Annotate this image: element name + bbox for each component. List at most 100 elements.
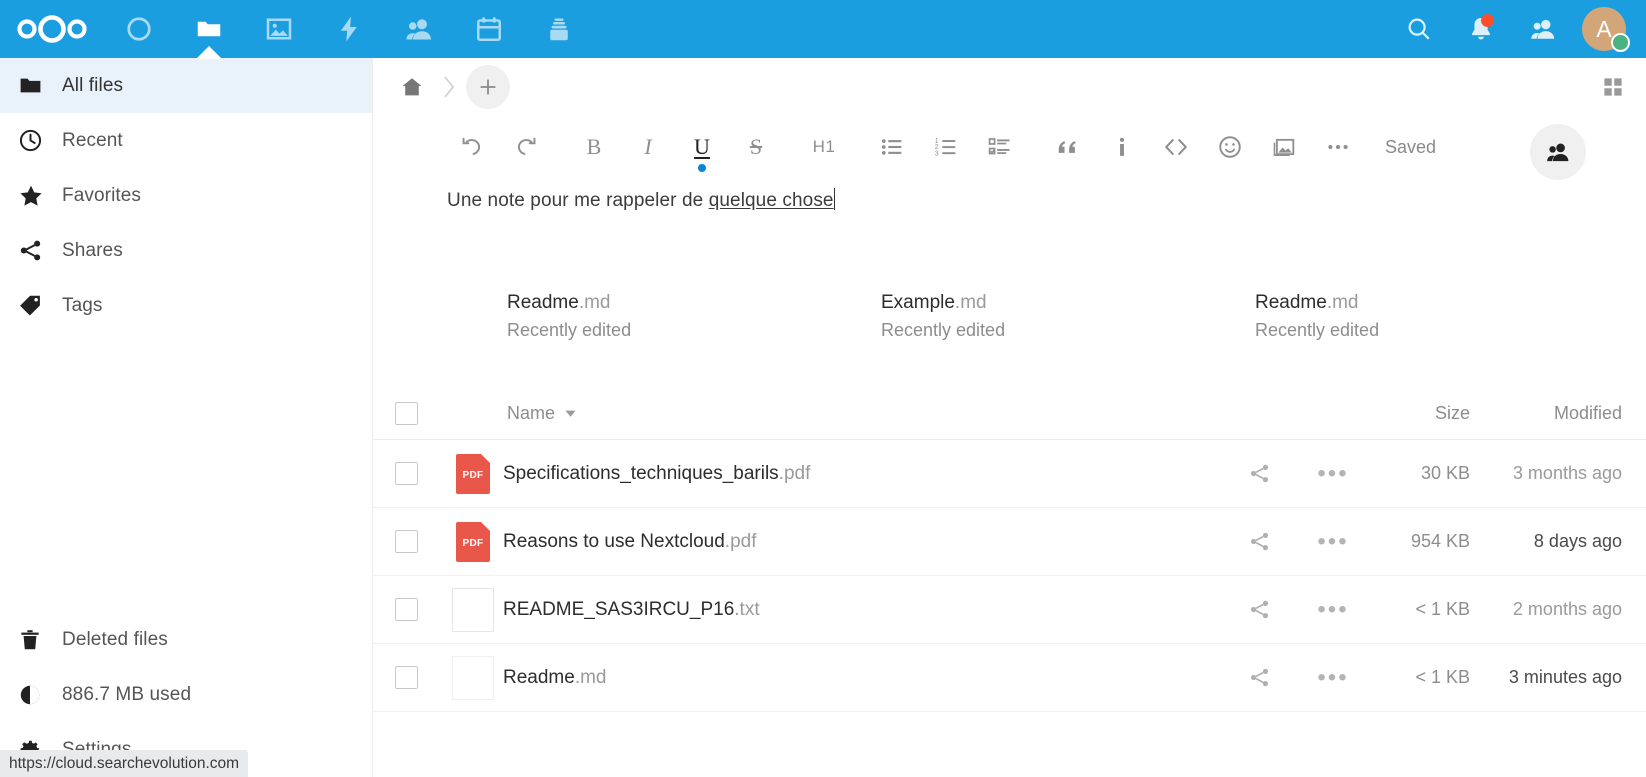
sidebar-item-favorites[interactable]: Favorites — [0, 168, 372, 223]
active-indicator-dot — [698, 164, 706, 172]
document-thumbnail — [1195, 292, 1241, 338]
editor-emoji-button[interactable] — [1203, 124, 1257, 170]
app-button-deck[interactable] — [524, 0, 594, 58]
column-header-size[interactable]: Size — [1370, 403, 1476, 424]
editor-info-button[interactable] — [1095, 124, 1149, 170]
sidebar-item-label: Recent — [62, 129, 123, 151]
editor-task-list-button[interactable] — [973, 124, 1027, 170]
file-name[interactable]: Readme.md — [499, 667, 1222, 689]
new-file-button[interactable] — [466, 65, 510, 109]
sidebar-item-deleted-files[interactable]: Deleted files — [0, 612, 372, 667]
file-size: < 1 KB — [1415, 599, 1470, 619]
file-name[interactable]: README_SAS3IRCU_P16.txt — [499, 599, 1222, 621]
editor-blockquote-button[interactable] — [1041, 124, 1095, 170]
row-actions-button[interactable]: ••• — [1296, 528, 1370, 556]
search-button[interactable] — [1388, 0, 1450, 58]
image-icon — [1273, 138, 1295, 156]
table-row[interactable]: PDF Reasons to use Nextcloud.pdf ••• 954… — [373, 508, 1646, 576]
recent-file-card[interactable]: Readme.md Recently edited — [447, 290, 821, 344]
app-button-contacts[interactable] — [384, 0, 454, 58]
sidebar-item-shares[interactable]: Shares — [0, 223, 372, 278]
sidebar-item-tags[interactable]: Tags — [0, 278, 372, 333]
star-icon — [18, 183, 62, 209]
column-header-modified[interactable]: Modified — [1476, 403, 1646, 424]
table-row[interactable]: Readme.md ••• < 1 KB 3 minutes ago — [373, 644, 1646, 712]
row-checkbox[interactable] — [395, 530, 418, 553]
share-button[interactable] — [1222, 666, 1296, 689]
sidebar-item-label: 886.7 MB used — [62, 683, 192, 705]
bullet-list-icon — [881, 139, 902, 155]
editor-bullet-list-button[interactable] — [865, 124, 919, 170]
save-status: Saved — [1385, 136, 1437, 157]
clock-icon — [18, 128, 62, 153]
editor-strikethrough-label: S — [749, 134, 763, 159]
app-navigation — [104, 0, 594, 58]
document-thumbnail — [447, 292, 493, 338]
share-icon — [1250, 464, 1268, 483]
table-row[interactable]: PDF Specifications_techniques_barils.pdf… — [373, 440, 1646, 508]
app-button-photos[interactable] — [244, 0, 314, 58]
editor-redo-button[interactable] — [499, 124, 553, 170]
editor-code-button[interactable] — [1149, 124, 1203, 170]
file-size: < 1 KB — [1415, 667, 1470, 687]
row-checkbox[interactable] — [395, 666, 418, 689]
share-icon — [1250, 532, 1268, 551]
row-actions-button[interactable]: ••• — [1296, 596, 1370, 624]
editor-content[interactable]: Une note pour me rappeler de quelque cho… — [373, 178, 1646, 212]
editor-undo-button[interactable] — [445, 124, 499, 170]
row-actions-button[interactable]: ••• — [1296, 460, 1370, 488]
share-button[interactable] — [1222, 530, 1296, 553]
sidebar-item-recent[interactable]: Recent — [0, 113, 372, 168]
svg-text:3: 3 — [935, 150, 939, 157]
editor-more-button[interactable] — [1311, 124, 1365, 170]
file-name[interactable]: Reasons to use Nextcloud.pdf — [499, 531, 1222, 553]
ordered-list-icon: 1 2 3 — [935, 138, 956, 157]
contacts-menu-button[interactable] — [1512, 0, 1574, 58]
recent-file-card[interactable]: Example.md Recently edited — [821, 290, 1195, 344]
row-checkbox[interactable] — [395, 462, 418, 485]
editor-heading-button[interactable]: H1 — [797, 124, 851, 170]
notifications-button[interactable] — [1450, 0, 1512, 58]
ellipsis-icon — [1328, 144, 1348, 150]
file-modified: 2 months ago — [1512, 599, 1622, 619]
app-button-calendar[interactable] — [454, 0, 524, 58]
share-icon — [1250, 600, 1268, 619]
select-all-checkbox[interactable] — [395, 402, 418, 425]
grid-view-toggle[interactable] — [1602, 76, 1624, 103]
file-name[interactable]: Specifications_techniques_barils.pdf — [499, 463, 1222, 485]
user-menu-button[interactable]: A — [1574, 0, 1634, 58]
recent-file-card[interactable]: Readme.md Recently edited — [1195, 290, 1569, 344]
editor-ordered-list-button[interactable]: 1 2 3 — [919, 124, 973, 170]
column-header-name[interactable]: Name — [503, 403, 1222, 424]
row-checkbox[interactable] — [395, 598, 418, 621]
recent-file-name: Readme.md — [1255, 292, 1359, 313]
row-actions-button[interactable]: ••• — [1296, 664, 1370, 692]
sort-descending-icon — [565, 410, 576, 417]
editor-underline-button[interactable]: U — [675, 124, 729, 172]
editor-italic-button[interactable]: I — [621, 124, 675, 170]
share-button[interactable] — [1222, 598, 1296, 621]
plus-icon — [480, 79, 496, 95]
info-icon — [1119, 137, 1125, 156]
recent-file-subtitle: Recently edited — [1255, 320, 1380, 340]
app-button-files[interactable] — [174, 0, 244, 58]
editor-insert-image-button[interactable] — [1257, 124, 1311, 170]
app-button-activity[interactable] — [314, 0, 384, 58]
sidebar-item-quota[interactable]: 886.7 MB used — [0, 667, 372, 722]
sidebar-item-all-files[interactable]: All files — [0, 58, 372, 113]
app-button-dashboard[interactable] — [104, 0, 174, 58]
share-button[interactable] — [1222, 462, 1296, 485]
table-row[interactable]: README_SAS3IRCU_P16.txt ••• < 1 KB 2 mon… — [373, 576, 1646, 644]
editor-bold-button[interactable]: B — [567, 124, 621, 170]
editor-heading-label: H1 — [812, 137, 836, 156]
file-size: 954 KB — [1410, 531, 1470, 551]
sidebar-item-label: All files — [62, 74, 124, 96]
nextcloud-logo[interactable] — [0, 0, 104, 58]
document-thumbnail — [821, 292, 867, 338]
text-editor: B I U S H1 1 2 3 Saved Une note pour me … — [373, 116, 1646, 212]
folder-icon — [18, 73, 62, 98]
breadcrumb-home[interactable] — [388, 63, 436, 111]
editor-strikethrough-button[interactable]: S — [729, 124, 783, 170]
collaborators-button[interactable] — [1530, 124, 1586, 180]
sidebar-item-label: Favorites — [62, 184, 142, 206]
